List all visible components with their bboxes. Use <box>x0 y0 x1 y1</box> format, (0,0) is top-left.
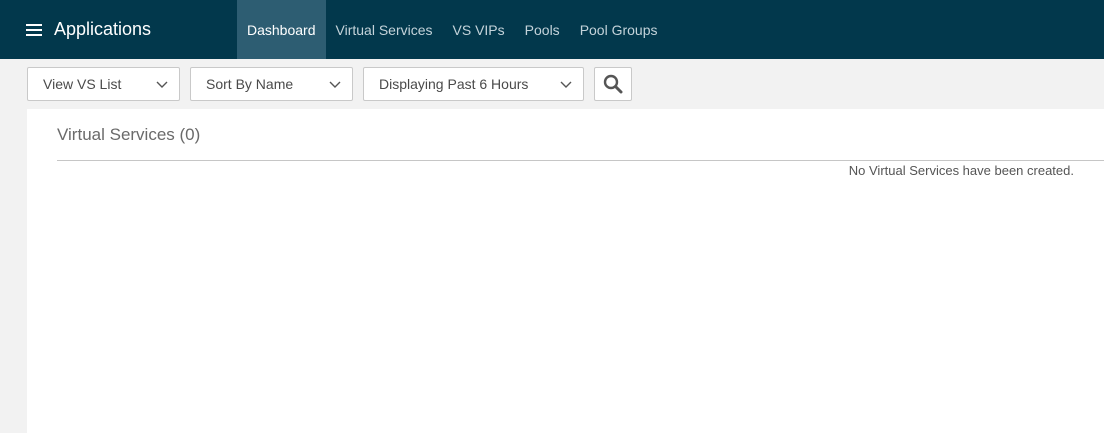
chevron-down-icon <box>560 81 572 88</box>
chevron-down-icon <box>329 81 341 88</box>
view-select[interactable]: View VS List <box>27 67 180 101</box>
tab-dashboard[interactable]: Dashboard <box>237 0 326 59</box>
top-nav-bar: Applications Dashboard Virtual Services … <box>0 0 1104 59</box>
chevron-down-icon <box>156 81 168 88</box>
time-range-select-label: Displaying Past 6 Hours <box>379 76 529 92</box>
sort-select-label: Sort By Name <box>206 76 294 92</box>
sort-select[interactable]: Sort By Name <box>190 67 353 101</box>
tab-pool-groups[interactable]: Pool Groups <box>570 0 668 59</box>
tab-pools[interactable]: Pools <box>515 0 570 59</box>
app-title-group: Applications <box>26 0 151 59</box>
hamburger-menu-icon[interactable] <box>26 23 42 36</box>
toolbar: View VS List Sort By Name Displaying Pas… <box>0 59 1104 109</box>
divider <box>57 160 1104 161</box>
nav-tabs: Dashboard Virtual Services VS VIPs Pools… <box>237 0 668 59</box>
panel-title: Virtual Services (0) <box>57 125 201 144</box>
tab-virtual-services[interactable]: Virtual Services <box>326 0 443 59</box>
view-select-label: View VS List <box>43 76 122 92</box>
time-range-select[interactable]: Displaying Past 6 Hours <box>363 67 584 101</box>
search-icon <box>603 74 623 94</box>
search-button[interactable] <box>594 67 632 101</box>
virtual-services-panel: Virtual Services (0) No Virtual Services… <box>27 109 1104 433</box>
empty-state-message: No Virtual Services have been created. <box>848 163 1074 178</box>
app-title: Applications <box>54 19 152 39</box>
tab-vs-vips[interactable]: VS VIPs <box>443 0 515 59</box>
